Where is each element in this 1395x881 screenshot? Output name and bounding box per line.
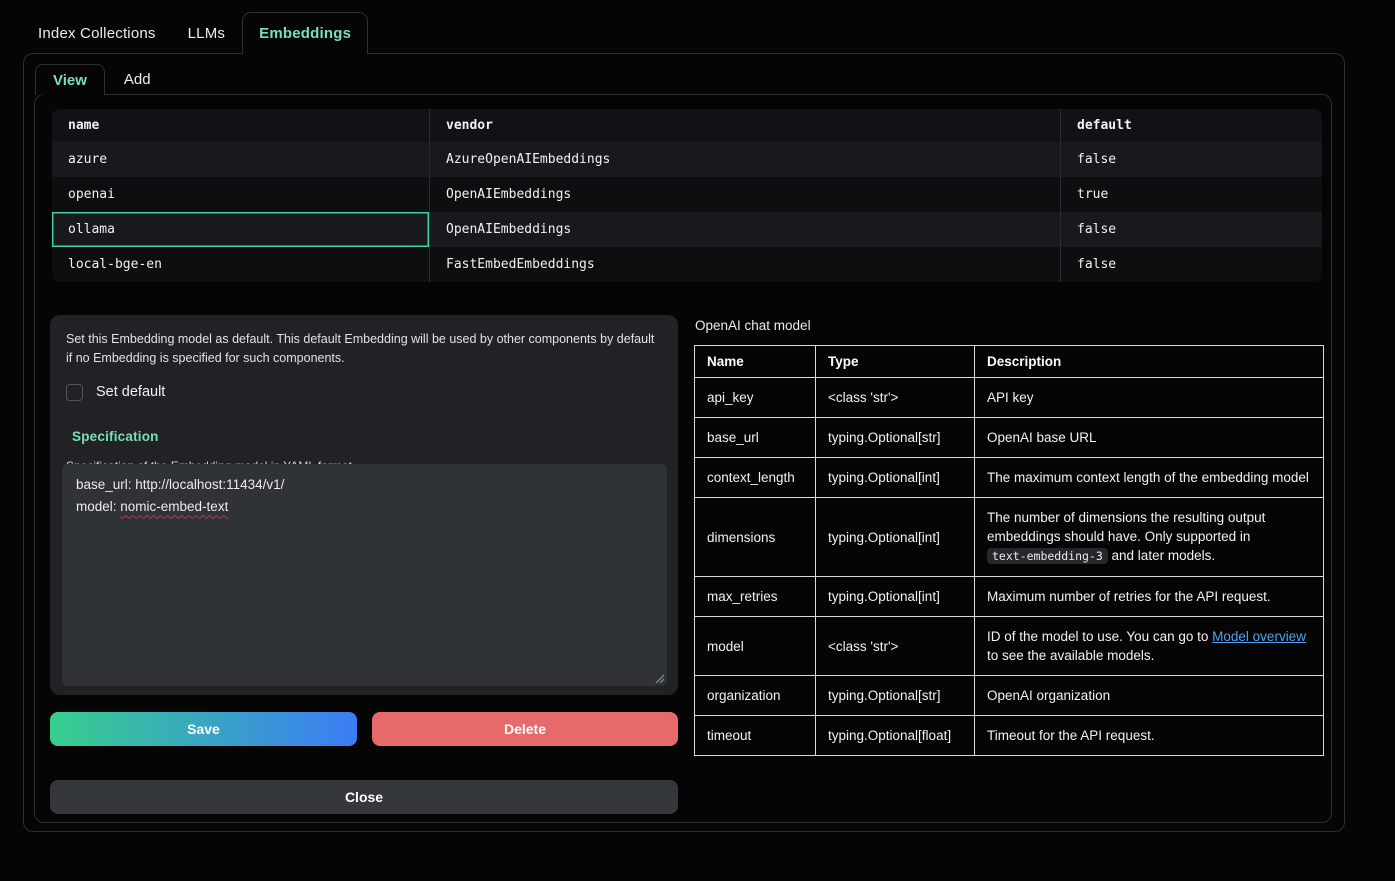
cell-name[interactable]: azure [52, 142, 430, 177]
param-name: context_length [695, 458, 816, 498]
param-description: OpenAI base URL [975, 418, 1324, 458]
info-row-model: model <class 'str'> ID of the model to u… [695, 617, 1324, 676]
table-row-local-bge-en[interactable]: local-bge-en FastEmbedEmbeddings false [52, 247, 1322, 282]
param-type: typing.Optional[int] [816, 577, 975, 617]
param-name: dimensions [695, 498, 816, 577]
model-info-title: OpenAI chat model [694, 315, 1326, 345]
info-column-name: Name [695, 346, 816, 378]
cell-vendor[interactable]: FastEmbedEmbeddings [430, 247, 1061, 282]
yaml-model-value: nomic-embed-text [120, 499, 228, 514]
param-type: typing.Optional[int] [816, 498, 975, 577]
specification-heading: Specification [72, 429, 662, 444]
sub-tab-view[interactable]: View [35, 64, 105, 95]
info-row-base-url: base_url typing.Optional[str] OpenAI bas… [695, 418, 1324, 458]
delete-button[interactable]: Delete [372, 712, 678, 746]
embeddings-panel: View Add name vendor default azure Azure… [23, 53, 1345, 832]
param-type: <class 'str'> [816, 617, 975, 676]
column-header-vendor: vendor [430, 109, 1061, 142]
tab-llms[interactable]: LLMs [171, 12, 242, 54]
param-name: model [695, 617, 816, 676]
cell-name[interactable]: openai [52, 177, 430, 212]
param-type: typing.Optional[str] [816, 676, 975, 716]
info-row-organization: organization typing.Optional[str] OpenAI… [695, 676, 1324, 716]
cell-vendor[interactable]: OpenAIEmbeddings [430, 177, 1061, 212]
param-name: organization [695, 676, 816, 716]
cell-default[interactable]: false [1061, 247, 1322, 282]
param-name: api_key [695, 378, 816, 418]
set-default-label: Set default [96, 384, 165, 400]
param-name: base_url [695, 418, 816, 458]
param-description: OpenAI organization [975, 676, 1324, 716]
info-column-type: Type [816, 346, 975, 378]
param-name: max_retries [695, 577, 816, 617]
param-type: typing.Optional[int] [816, 458, 975, 498]
cell-default[interactable]: false [1061, 212, 1322, 247]
param-description: The number of dimensions the resulting o… [975, 498, 1324, 577]
model-overview-link[interactable]: Model overview [1212, 629, 1306, 644]
param-description: Timeout for the API request. [975, 716, 1324, 756]
set-default-checkbox[interactable] [66, 384, 83, 401]
info-row-context-length: context_length typing.Optional[int] The … [695, 458, 1324, 498]
embeddings-table-header: name vendor default [52, 109, 1322, 142]
param-type: typing.Optional[float] [816, 716, 975, 756]
embeddings-table: name vendor default azure AzureOpenAIEmb… [52, 109, 1322, 282]
cell-default[interactable]: true [1061, 177, 1322, 212]
param-type: <class 'str'> [816, 378, 975, 418]
view-tab-content: name vendor default azure AzureOpenAIEmb… [34, 94, 1332, 823]
model-info-column: OpenAI chat model Name Type Description … [694, 315, 1326, 756]
top-tab-bar: Index Collections LLMs Embeddings [23, 12, 368, 54]
set-default-description: Set this Embedding model as default. Thi… [66, 330, 662, 369]
param-type: typing.Optional[str] [816, 418, 975, 458]
model-info-table: Name Type Description api_key <class 'st… [694, 345, 1324, 756]
info-column-description: Description [975, 346, 1324, 378]
save-button[interactable]: Save [50, 712, 357, 746]
table-row-ollama-selected[interactable]: ollama OpenAIEmbeddings false [52, 212, 1322, 247]
param-name: timeout [695, 716, 816, 756]
yaml-line-model: model: nomic-embed-text [76, 496, 653, 518]
column-header-name: name [52, 109, 430, 142]
table-row-azure[interactable]: azure AzureOpenAIEmbeddings false [52, 142, 1322, 177]
info-header-row: Name Type Description [695, 346, 1324, 378]
inline-code: text-embedding-3 [987, 548, 1108, 564]
embedding-config-panel: Set this Embedding model as default. Thi… [50, 315, 678, 695]
param-description: The maximum context length of the embedd… [975, 458, 1324, 498]
sub-tab-bar: View Add [35, 64, 170, 95]
info-row-api-key: api_key <class 'str'> API key [695, 378, 1324, 418]
info-row-timeout: timeout typing.Optional[float] Timeout f… [695, 716, 1324, 756]
cell-name-selected[interactable]: ollama [52, 212, 430, 247]
tab-index-collections[interactable]: Index Collections [23, 12, 171, 54]
param-description: ID of the model to use. You can go to Mo… [975, 617, 1324, 676]
tab-embeddings[interactable]: Embeddings [242, 12, 368, 54]
yaml-spec-editor[interactable]: base_url: http://localhost:11434/v1/ mod… [62, 464, 667, 686]
info-row-max-retries: max_retries typing.Optional[int] Maximum… [695, 577, 1324, 617]
yaml-line-base-url: base_url: http://localhost:11434/v1/ [76, 474, 653, 496]
table-row-openai[interactable]: openai OpenAIEmbeddings true [52, 177, 1322, 212]
cell-vendor[interactable]: AzureOpenAIEmbeddings [430, 142, 1061, 177]
cell-name[interactable]: local-bge-en [52, 247, 430, 282]
column-header-default: default [1061, 109, 1322, 142]
cell-default[interactable]: false [1061, 142, 1322, 177]
param-description: Maximum number of retries for the API re… [975, 577, 1324, 617]
embedding-detail-left-column: Set this Embedding model as default. Thi… [50, 315, 678, 814]
action-button-row: Save Delete [50, 712, 678, 746]
cell-vendor[interactable]: OpenAIEmbeddings [430, 212, 1061, 247]
textarea-resize-handle[interactable] [654, 673, 664, 683]
close-button[interactable]: Close [50, 780, 678, 814]
param-description: API key [975, 378, 1324, 418]
set-default-checkbox-row[interactable]: Set default [66, 384, 662, 401]
sub-tab-add[interactable]: Add [105, 64, 170, 95]
info-row-dimensions: dimensions typing.Optional[int] The numb… [695, 498, 1324, 577]
